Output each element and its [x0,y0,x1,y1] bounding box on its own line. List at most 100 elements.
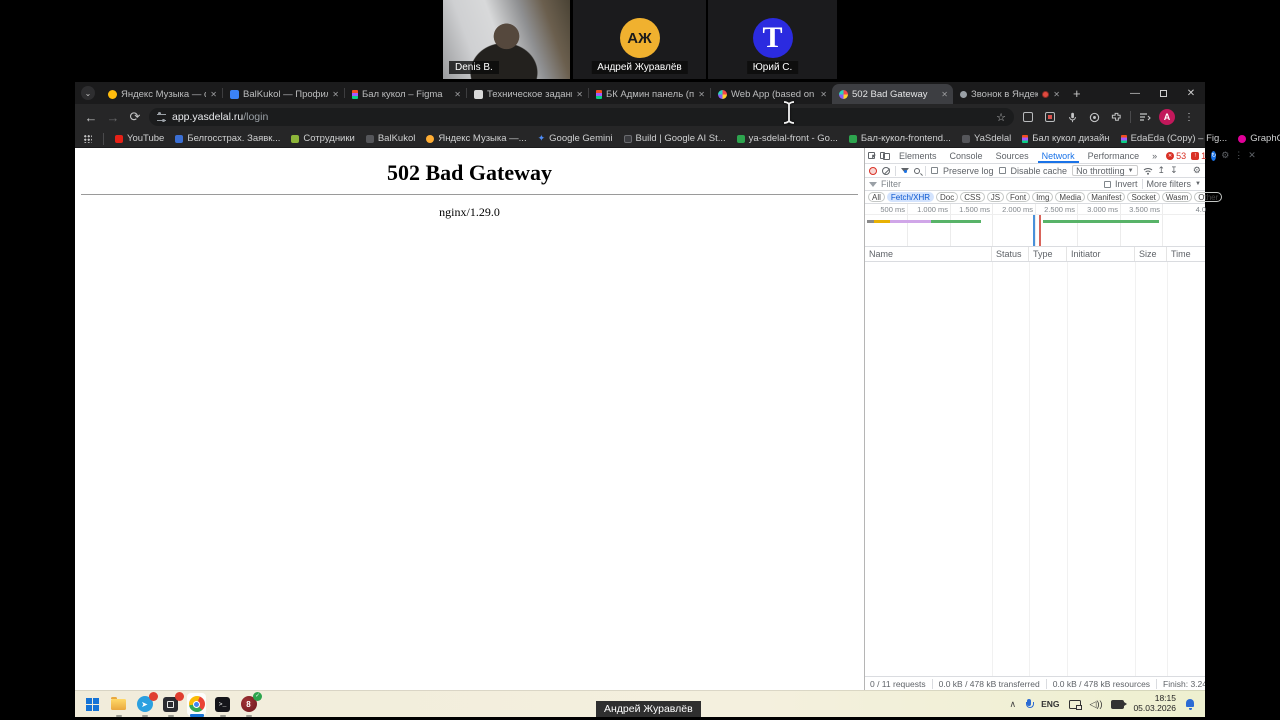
tab-search-button[interactable]: ⌄ [81,86,95,100]
bookmark-bal-kukol-frontend[interactable]: Бал-кукол-frontend... [848,133,951,144]
column-initiator[interactable]: Initiator [1067,247,1135,261]
telegram-button[interactable]: ➤ [135,691,158,717]
network-overview[interactable] [865,215,1205,247]
address-bar[interactable]: app.yasdelal.ru/login ☆ [149,108,1014,126]
video-tile-denis[interactable]: Denis B. [443,0,570,79]
chrome-button[interactable] [187,692,206,717]
site-settings-icon[interactable] [157,112,166,122]
maximize-button[interactable] [1149,83,1177,103]
devtools-tab-console[interactable]: Console [946,148,987,163]
preserve-log-checkbox[interactable] [931,167,938,174]
bookmark-graphql[interactable]: GraphQL Playground [1238,133,1280,144]
tab-close-icon[interactable]: ✕ [698,90,705,99]
devtools-close-icon[interactable]: ✕ [1248,150,1256,161]
tab-close-icon[interactable]: ✕ [210,90,217,99]
tab-close-icon[interactable]: ✕ [1053,90,1060,99]
chip-wasm[interactable]: Wasm [1161,192,1193,202]
new-tab-button[interactable]: + [1073,86,1081,101]
column-size[interactable]: Size [1135,247,1167,261]
export-har-icon[interactable]: ↧ [1170,165,1178,176]
invert-checkbox[interactable] [1104,180,1112,188]
chip-fetch-xhr[interactable]: Fetch/XHR [886,192,935,202]
chip-js[interactable]: JS [986,192,1005,202]
tab-balkukol-profile[interactable]: BalKukol — Профиль ✕ [223,84,344,104]
bookmark-sotrudniki[interactable]: Сотрудники [291,133,355,144]
extension-icon-3[interactable] [1086,109,1102,125]
start-button[interactable] [83,695,102,714]
tab-tech-spec[interactable]: Техническое задание: А ✕ [467,84,588,104]
tray-microphone-icon[interactable] [1025,698,1034,710]
bookmark-google-ai[interactable]: Build | Google AI St... [623,133,726,144]
file-explorer-button[interactable] [109,695,128,717]
chip-other[interactable]: Other [1194,192,1223,202]
tab-close-icon[interactable]: ✕ [576,90,583,99]
video-tile-andrey[interactable]: АЖ Андрей Журавлёв [573,0,706,79]
more-filters-button[interactable]: More filters [1147,179,1192,189]
chip-img[interactable]: Img [1032,192,1054,202]
tray-expand-icon[interactable]: ∧ [1010,699,1017,710]
extensions-puzzle-icon[interactable] [1108,109,1124,125]
devtools-tab-elements[interactable]: Elements [895,148,941,163]
close-button[interactable]: ✕ [1177,83,1205,103]
timeline-ruler[interactable]: 500 ms 1.000 ms 1.500 ms 2.000 ms 2.500 … [865,204,1206,215]
devtools-tab-performance[interactable]: Performance [1084,148,1144,163]
tab-close-icon[interactable]: ✕ [332,90,339,99]
volume-icon[interactable]: ◁)) [1090,699,1103,710]
tab-502-bad-gateway[interactable]: 502 Bad Gateway ✕ [832,84,953,104]
column-name[interactable]: Name [865,247,992,261]
filter-toggle-icon[interactable] [901,168,909,173]
clock[interactable]: 18:15 05.03.2026 [1133,693,1176,714]
back-button[interactable]: ← [83,110,99,125]
console-error-badge[interactable]: ✕ 53 [1166,151,1186,161]
bookmark-belgosstrakh[interactable]: Белгосстрах. Заявк... [175,133,280,144]
bookmark-youtube[interactable]: YouTube [115,133,164,144]
camera-icon[interactable] [1111,699,1128,709]
extension-icon-2[interactable] [1042,109,1058,125]
cast-icon[interactable] [1068,699,1082,710]
video-tile-yuri[interactable]: T Юрий С. [708,0,837,79]
extension-icon-1[interactable] [1020,109,1036,125]
terminal-button[interactable]: >_ [213,695,232,717]
devtools-more-tabs-button[interactable]: » [1148,148,1161,163]
tab-yandex-call[interactable]: Звонок в Яндекс Тел ✕ [953,84,1065,104]
clear-network-log-icon[interactable] [882,166,890,175]
bookmark-gemini[interactable]: ✦ Google Gemini [538,133,613,144]
chip-doc[interactable]: Doc [936,192,959,202]
chip-socket[interactable]: Socket [1127,192,1160,202]
disable-cache-checkbox[interactable] [998,167,1006,174]
chip-manifest[interactable]: Manifest [1087,192,1126,202]
side-panel-icon[interactable] [1137,109,1153,125]
bookmark-edaeda[interactable]: EdaEda (Copy) – Fig... [1120,133,1227,144]
tab-close-icon[interactable]: ✕ [454,90,461,99]
devtools-tab-network[interactable]: Network [1038,148,1079,163]
network-conditions-icon[interactable] [1143,167,1153,175]
column-type[interactable]: Type [1029,247,1067,261]
sync-icon[interactable]: ↻ [1211,150,1217,161]
bookmark-yasdelal[interactable]: YaSdelal [961,133,1011,144]
request-table-body[interactable] [865,262,1205,676]
tab-figma-bal-kukol[interactable]: Бал кукол – Figma ✕ [345,84,466,104]
apps-grid-icon[interactable] [83,134,92,143]
url-text[interactable]: app.yasdelal.ru/login [172,111,990,123]
tab-close-icon[interactable]: ✕ [941,90,948,99]
language-indicator[interactable]: ENG [1041,699,1059,709]
import-har-icon[interactable]: ↥ [1158,165,1166,176]
chip-font[interactable]: Font [1006,192,1031,202]
chip-all[interactable]: All [868,192,885,202]
inspect-element-icon[interactable]: ◤ [868,152,876,160]
search-icon[interactable] [914,167,920,174]
tab-web-app[interactable]: Web App (based on LiteF ✕ [711,84,832,104]
reload-button[interactable]: ⟳ [127,109,143,125]
column-time[interactable]: Time [1167,247,1206,261]
tab-bk-admin[interactable]: БК Админ панель (прос ✕ [589,84,710,104]
bookmark-bal-kukol-design[interactable]: Бал кукол дизайн [1022,133,1110,144]
issues-badge[interactable]: ! 1 [1191,151,1206,161]
devtools-tab-sources[interactable]: Sources [992,148,1033,163]
dark-app-button[interactable] [161,691,184,717]
bookmark-yandex-music[interactable]: Яндекс Музыка —... [426,133,527,144]
device-toolbar-icon[interactable] [880,151,890,160]
column-status[interactable]: Status [992,247,1029,261]
network-settings-icon[interactable]: ⚙ [1193,165,1201,176]
microphone-extension-icon[interactable] [1064,109,1080,125]
network-filter-input[interactable] [881,179,1101,189]
